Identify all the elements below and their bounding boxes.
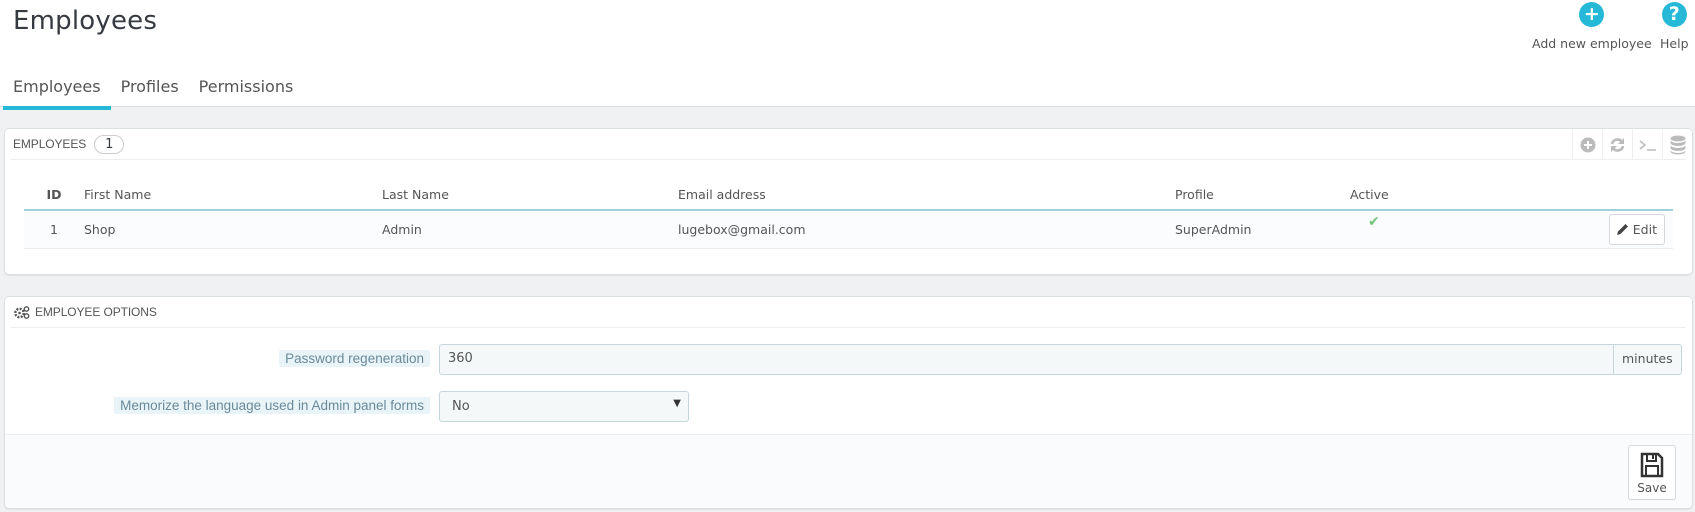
column-header-active[interactable]: Active [1350, 179, 1673, 211]
database-icon [1670, 135, 1685, 154]
edit-button[interactable]: Edit [1608, 213, 1665, 245]
cell-active: ✔ Edit [1350, 210, 1673, 249]
cell-profile: SuperAdmin [1175, 210, 1350, 249]
add-new-employee-button[interactable]: + Add new employee [1532, 2, 1652, 51]
column-header-last-name[interactable]: Last Name [382, 179, 678, 211]
add-new-employee-label: Add new employee [1532, 36, 1652, 51]
export-sql-manager-button[interactable] [1662, 129, 1692, 160]
tab-profiles[interactable]: Profiles [111, 72, 189, 110]
employees-table: ID First Name Last Name Email address Pr… [24, 179, 1673, 249]
employee-count-badge: 1 [94, 134, 125, 154]
save-button[interactable]: Save [1628, 445, 1676, 500]
password-regeneration-group: 360 minutes [439, 344, 1682, 375]
password-regeneration-label: Password regeneration [279, 350, 430, 367]
page-header: Employees + Add new employee ? Help Empl… [0, 0, 1695, 110]
cell-id: 1 [24, 210, 84, 249]
column-header-id[interactable]: ID [24, 179, 84, 211]
cogs-icon [14, 305, 30, 319]
column-header-profile[interactable]: Profile [1175, 179, 1350, 211]
save-button-label: Save [1637, 481, 1667, 495]
active-check-icon[interactable]: ✔ [1368, 214, 1380, 230]
employee-options-title: Employee options [35, 305, 157, 319]
plus-circle-icon: + [1579, 2, 1605, 27]
table-header-row: ID First Name Last Name Email address Pr… [24, 179, 1673, 211]
employees-panel-title: Employees [13, 137, 87, 151]
column-header-email[interactable]: Email address [678, 179, 1175, 211]
employees-panel: Employees 1 ID First Name Last Name Emai… [4, 128, 1693, 275]
password-regeneration-input[interactable]: 360 [439, 344, 1614, 375]
table-row[interactable]: 1 Shop Admin lugebox@gmail.com SuperAdmi… [24, 210, 1673, 249]
minutes-addon: minutes [1614, 344, 1682, 375]
memorize-language-label: Memorize the language used in Admin pane… [114, 397, 430, 414]
cell-email: lugebox@gmail.com [678, 210, 1175, 249]
tab-bar: Employees Profiles Permissions [3, 72, 303, 110]
add-new-button[interactable] [1572, 129, 1602, 160]
edit-button-label: Edit [1632, 221, 1657, 237]
page-title: Employees [13, 6, 158, 36]
refresh-icon [1610, 137, 1625, 152]
tab-employees[interactable]: Employees [3, 72, 111, 110]
list-toolbar [1572, 129, 1692, 160]
refresh-list-button[interactable] [1602, 129, 1632, 160]
question-circle-icon: ? [1661, 2, 1687, 27]
cell-first-name: Shop [84, 210, 382, 249]
options-panel-footer: Save [5, 434, 1692, 508]
cell-last-name: Admin [382, 210, 678, 249]
help-label: Help [1660, 36, 1689, 51]
employee-options-panel: Employee options Password regeneration 3… [4, 296, 1693, 509]
tab-permissions[interactable]: Permissions [189, 72, 304, 110]
employee-options-heading: Employee options [11, 297, 1686, 328]
column-header-first-name[interactable]: First Name [84, 179, 382, 211]
pencil-icon [1616, 224, 1628, 236]
save-disk-icon [1640, 452, 1664, 478]
employees-panel-heading: Employees 1 [11, 129, 1686, 160]
memorize-language-select[interactable]: No ▼ [439, 391, 689, 422]
sql-terminal-icon [1639, 139, 1656, 151]
show-sql-query-button[interactable] [1632, 129, 1662, 160]
dropdown-caret-icon: ▼ [673, 398, 681, 409]
add-circle-icon [1580, 137, 1595, 152]
memorize-language-value: No [452, 399, 470, 414]
help-button[interactable]: ? Help [1660, 2, 1689, 51]
